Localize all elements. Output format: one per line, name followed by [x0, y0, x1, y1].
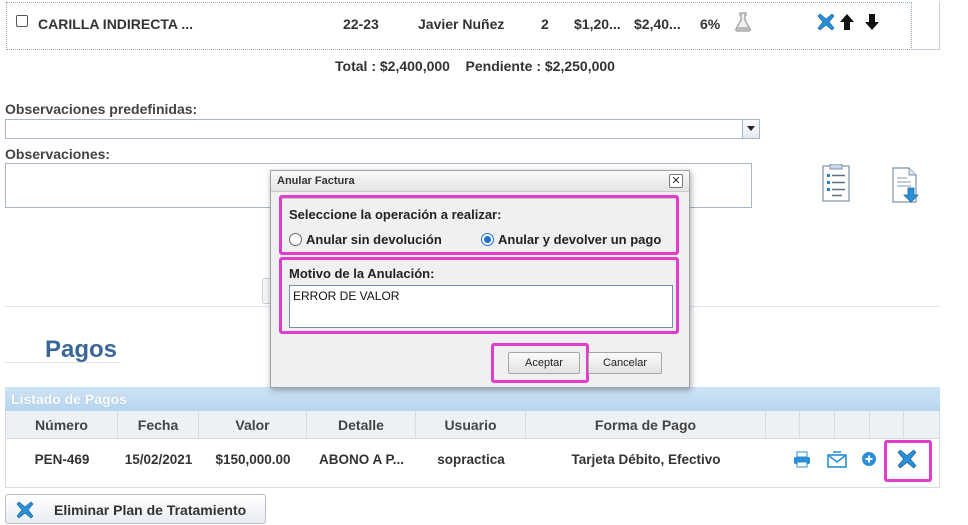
- col-detalle: Detalle: [307, 411, 416, 439]
- flask-icon[interactable]: [734, 12, 752, 35]
- col-action-1: [766, 411, 800, 439]
- print-icon[interactable]: [793, 451, 811, 471]
- document-download-icon[interactable]: [889, 166, 921, 206]
- radio-no-refund[interactable]: [289, 233, 302, 246]
- reason-label: Motivo de la Anulación:: [289, 266, 435, 281]
- delete-x-icon[interactable]: [817, 13, 835, 34]
- treatment-unit-price: $1,20...: [574, 16, 621, 32]
- treatment-name: CARILLA INDIRECTA ...: [38, 16, 194, 32]
- col-valor: Valor: [199, 411, 307, 439]
- col-numero: Número: [6, 411, 118, 439]
- treatment-doctor: Javier Nuñez: [418, 16, 505, 32]
- arrow-up-icon[interactable]: [839, 13, 855, 34]
- payments-header-row: Número Fecha Valor Detalle Usuario Forma…: [6, 411, 939, 439]
- payment-value: $150,000.00: [215, 452, 291, 467]
- highlight-accept: [491, 343, 589, 383]
- treatment-total: $2,40...: [634, 16, 681, 32]
- total-amount: Total : $2,400,000: [335, 58, 450, 74]
- email-icon[interactable]: [827, 451, 847, 471]
- payments-list-title: Listado de Pagos: [5, 387, 940, 411]
- treatment-teeth: 22-23: [343, 16, 379, 32]
- col-action-4: [870, 411, 904, 439]
- highlight-payment-delete: [884, 440, 932, 482]
- radio-refund-label[interactable]: Anular y devolver un pago: [498, 232, 661, 247]
- payments-table: Número Fecha Valor Detalle Usuario Forma…: [5, 411, 940, 488]
- pagos-title: Pagos: [45, 336, 118, 363]
- hidden-button-edge: [262, 278, 270, 304]
- delete-plan-label: Eliminar Plan de Tratamiento: [54, 502, 247, 518]
- treatment-qty: 2: [541, 16, 549, 32]
- treatment-discount: 6%: [700, 16, 721, 32]
- dialog-title: Anular Factura: [271, 171, 689, 192]
- treatment-checkbox[interactable]: [16, 15, 28, 27]
- row-side-cell: [912, 2, 940, 50]
- treatment-row: CARILLA INDIRECTA ... 22-23 Javier Nuñez…: [6, 2, 912, 50]
- payment-number: PEN-469: [34, 452, 90, 467]
- close-icon[interactable]: ✕: [669, 174, 683, 188]
- cancel-button[interactable]: Cancelar: [588, 352, 662, 374]
- col-usuario: Usuario: [416, 411, 526, 439]
- delete-plan-button[interactable]: Eliminar Plan de Tratamiento: [5, 494, 266, 524]
- predefined-observations-label: Observaciones predefinidas:: [5, 101, 198, 117]
- totals-line: Total : $2,400,000 Pendiente : $2,250,00…: [0, 58, 968, 74]
- payment-detail: ABONO A P...: [318, 452, 404, 467]
- predefined-observations-select[interactable]: [5, 119, 760, 139]
- arrow-down-icon[interactable]: [864, 13, 880, 34]
- col-action-3: [835, 411, 870, 439]
- operation-prompt: Seleccione la operación a realizar:: [289, 207, 502, 222]
- delete-x-icon: [16, 501, 34, 522]
- reason-textarea[interactable]: ERROR DE VALOR: [289, 285, 673, 328]
- plus-circle-icon[interactable]: [861, 451, 877, 470]
- document-list-icon[interactable]: [820, 163, 852, 204]
- observations-label: Observaciones:: [5, 146, 111, 162]
- col-forma-pago: Forma de Pago: [526, 411, 766, 439]
- pending-amount: Pendiente : $2,250,000: [465, 58, 615, 74]
- payment-date: 15/02/2021: [124, 452, 193, 467]
- radio-no-refund-label[interactable]: Anular sin devolución: [306, 232, 442, 247]
- pagos-underline: [5, 362, 121, 363]
- radio-refund[interactable]: [481, 233, 494, 246]
- chevron-down-icon[interactable]: [742, 120, 759, 138]
- payment-user: sopractica: [437, 452, 505, 467]
- col-fecha: Fecha: [118, 411, 199, 439]
- col-action-2: [800, 411, 835, 439]
- payment-method: Tarjeta Débito, Efectivo: [571, 452, 721, 467]
- void-invoice-dialog: Anular Factura ✕ Seleccione la operación…: [270, 170, 690, 388]
